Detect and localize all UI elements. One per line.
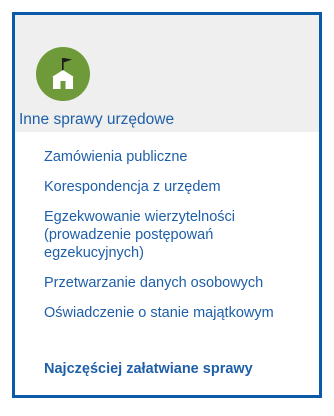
link-korespondencja[interactable]: Korespondencja z urzędem: [44, 178, 312, 196]
link-oswiadczenie-majatkowe[interactable]: Oświadczenie o stanie majątkowym: [44, 304, 312, 322]
most-common-matters-link[interactable]: Najczęściej załatwiane sprawy: [44, 360, 253, 378]
link-egzekwowanie-wierzytelnosci[interactable]: Egzekwowanie wierzytelności (prowadzenie…: [44, 208, 312, 262]
school-building-with-flag-icon: [36, 47, 90, 101]
link-przetwarzanie-danych[interactable]: Przetwarzanie danych osobowych: [44, 274, 312, 292]
category-panel: Inne sprawy urzędowe Zamówienia publiczn…: [12, 12, 322, 398]
links-list: Zamówienia publiczne Korespondencja z ur…: [44, 148, 312, 334]
panel-title: Inne sprawy urzędowe: [19, 111, 175, 128]
link-zamowienia-publiczne[interactable]: Zamówienia publiczne: [44, 148, 312, 166]
panel-header: Inne sprawy urzędowe: [15, 15, 319, 132]
